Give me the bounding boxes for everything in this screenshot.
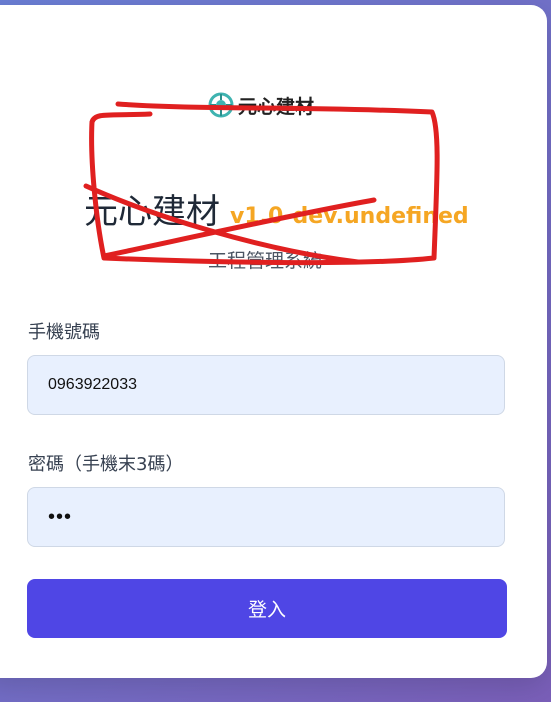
phone-label: 手機號碼 — [28, 322, 100, 343]
version-label: v1.0-dev.undefined — [230, 204, 469, 229]
app-title: 元心建材 — [84, 192, 220, 232]
title-row: 元心建材 v1.0-dev.undefined — [84, 184, 469, 233]
brand-logo-text: 元心建材 — [238, 95, 315, 118]
password-input[interactable] — [27, 487, 505, 547]
brand-logo-icon — [208, 92, 234, 118]
phone-input[interactable] — [27, 355, 505, 415]
login-button[interactable]: 登入 — [27, 579, 507, 638]
app-subtitle: 工程管理系統 — [208, 250, 323, 272]
brand-logo: 元心建材 — [208, 92, 314, 118]
password-label: 密碼（手機末3碼） — [28, 454, 184, 475]
